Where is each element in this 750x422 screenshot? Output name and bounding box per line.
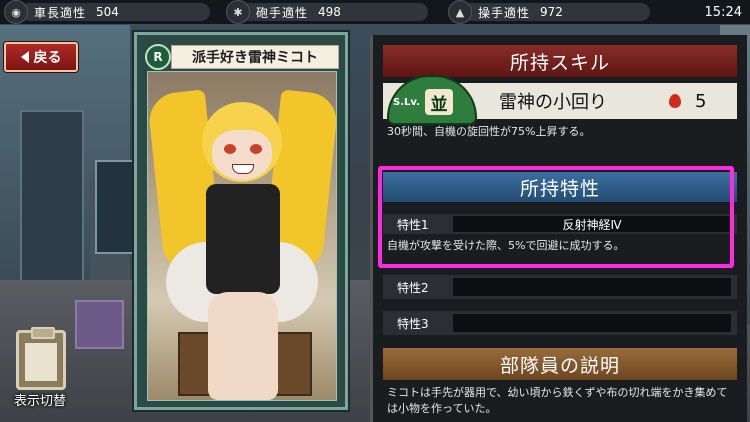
stat-label: 車長適性 <box>34 5 87 20</box>
back-arrow-icon <box>20 51 29 63</box>
character-legs <box>208 292 278 400</box>
trait-label: 特性2 <box>397 280 429 295</box>
stat-value: 498 <box>318 5 341 19</box>
character-card: R 派手好き雷神ミコト <box>134 32 348 410</box>
trait-value <box>453 278 731 296</box>
skill-level-kanji: 並 <box>425 89 453 115</box>
toggle-display-label: 表示切替 <box>13 394 66 409</box>
trait-label: 特性3 <box>397 316 429 331</box>
clipboard-icon <box>16 327 66 390</box>
eye-right <box>250 144 262 154</box>
rarity-badge: R <box>145 44 171 70</box>
skill-level-badge: S.Lv. 並 <box>387 75 477 125</box>
skill-level-prefix: S.Lv. <box>393 97 420 108</box>
commander-icon: ◉ <box>4 0 28 24</box>
clipboard-clip <box>31 327 55 339</box>
back-button[interactable]: 戻る <box>4 42 78 72</box>
trait-value <box>453 314 731 332</box>
skill-row[interactable]: S.Lv. 並 雷神の小回り 5 <box>383 75 737 125</box>
character-name: 派手好き雷神ミコト <box>171 45 339 69</box>
back-button-label: 戻る <box>33 50 62 66</box>
trait-highlight-frame <box>378 166 734 268</box>
member-description: ミコトは手先が器用で、幼い頃から鉄くずや布の切れ端をかき集めては小物を作っていた… <box>387 386 728 415</box>
stat-label: 砲手適性 <box>256 5 309 20</box>
flame-icon <box>669 94 681 108</box>
status-bar: ◉ 車長適性 504 ✱ 砲手適性 498 ▲ 操手適性 972 15:24 <box>0 0 750 24</box>
skill-cost: 5 <box>695 90 707 112</box>
character-portrait <box>147 71 337 401</box>
driver-icon: ▲ <box>448 0 472 24</box>
trait-row-2[interactable]: 特性2 <box>383 275 737 299</box>
skill-description: 30秒間、自機の旋回性が75%上昇する。 <box>387 125 591 138</box>
stat-value: 504 <box>96 5 119 19</box>
toggle-display-button[interactable]: 表示切替 <box>4 327 76 412</box>
stat-gunner: ✱ 砲手適性 498 <box>226 0 341 24</box>
character-body <box>206 184 280 294</box>
member-header: 部隊員の説明 <box>383 348 737 380</box>
stat-value: 972 <box>540 5 563 19</box>
skill-header: 所持スキル <box>383 45 737 77</box>
clock: 15:24 <box>704 4 742 20</box>
stat-label: 操手適性 <box>478 5 531 20</box>
stat-commander: ◉ 車長適性 504 <box>4 0 119 24</box>
background-signboard <box>95 160 137 254</box>
eye-left <box>224 144 236 154</box>
skill-name: 雷神の小回り <box>499 92 607 113</box>
gunner-icon: ✱ <box>226 0 250 24</box>
trait-row-3[interactable]: 特性3 <box>383 311 737 335</box>
background-crate <box>75 300 124 349</box>
background-door <box>20 110 84 284</box>
clipboard-paper <box>25 343 57 381</box>
stat-driver: ▲ 操手適性 972 <box>448 0 563 24</box>
